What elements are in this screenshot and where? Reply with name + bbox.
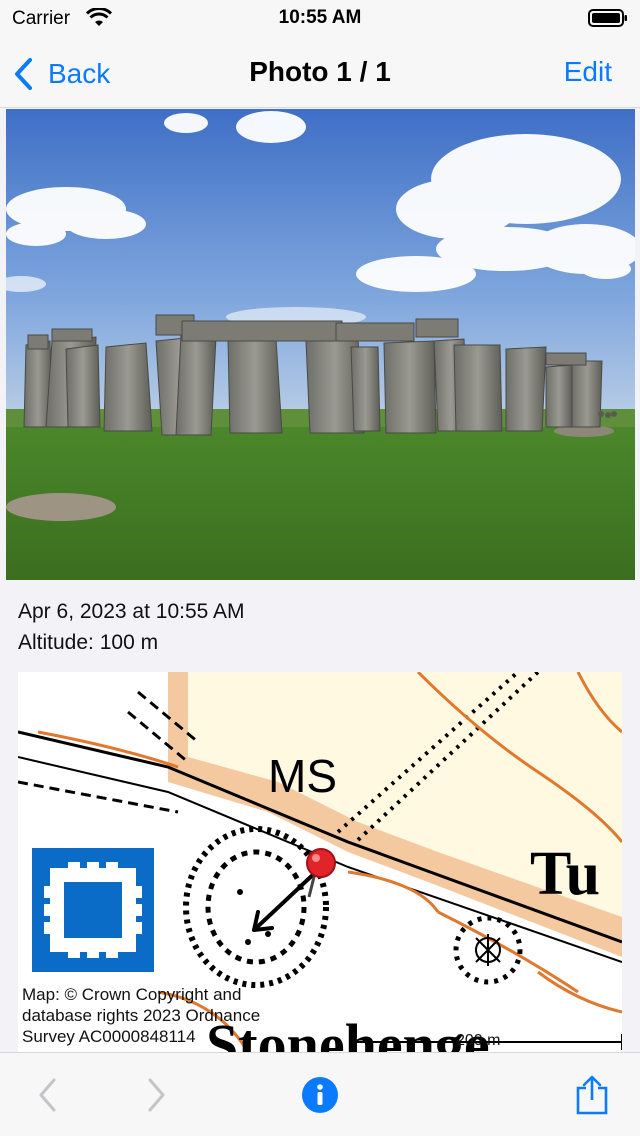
info-button[interactable] xyxy=(300,1075,340,1115)
edit-button[interactable]: Edit xyxy=(564,56,612,88)
photo-date: Apr 6, 2023 at 10:55 AM xyxy=(18,600,245,623)
status-time: 10:55 AM xyxy=(278,7,362,28)
photo-image[interactable] xyxy=(6,109,635,580)
map-scale-label: 200 m xyxy=(456,1032,501,1049)
previous-button[interactable] xyxy=(28,1075,68,1115)
location-map[interactable]: MS Tu Stonehenge Map: © Crown Copyright … xyxy=(18,672,622,1052)
share-button[interactable] xyxy=(572,1075,612,1115)
bottom-toolbar xyxy=(0,1052,640,1136)
map-attribution: Map: © Crown Copyright and database righ… xyxy=(22,985,261,1046)
navigation-bar: Back Photo 1 / 1 Edit xyxy=(0,40,640,108)
page-title: Photo 1 / 1 xyxy=(249,56,391,87)
share-icon xyxy=(576,1075,608,1115)
map-pin-icon[interactable] xyxy=(305,847,339,899)
heritage-site-icon xyxy=(32,848,154,972)
previous-icon xyxy=(39,1078,56,1112)
photo-altitude: Altitude: 100 m xyxy=(18,631,159,654)
photo-metadata: Apr 6, 2023 at 10:55 AM Altitude: 100 m xyxy=(18,596,245,658)
next-button[interactable] xyxy=(136,1075,176,1115)
next-icon xyxy=(148,1078,165,1112)
map-label-ms: MS xyxy=(268,750,337,802)
status-bar: Carrier 10:55 AM xyxy=(0,0,640,40)
map-label-tu: Tu xyxy=(530,840,600,908)
battery-icon xyxy=(588,8,628,28)
info-icon xyxy=(302,1077,338,1113)
